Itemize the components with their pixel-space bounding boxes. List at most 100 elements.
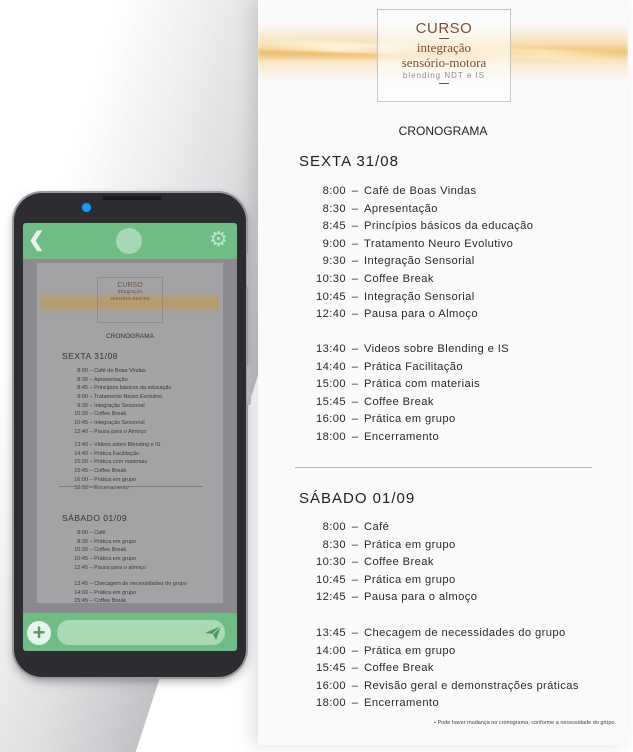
dash-separator: –: [351, 556, 359, 569]
schedule-time: 10:30: [316, 556, 346, 569]
schedule-activity: Integração Sensorial: [364, 255, 475, 268]
logo-line-1: integração: [416, 40, 472, 55]
schedule-row: 15:45– Coffee Break: [298, 394, 509, 412]
schedule-activity: Pausa para o almoço: [364, 591, 478, 604]
schedule-activity: Prática Facilitação: [94, 450, 140, 457]
schedule-document: CURSO integração sensório-motora blendin…: [258, 0, 628, 745]
schedule-activity: Prática Facilitação: [364, 360, 464, 373]
schedule-time: 13:40: [74, 442, 88, 448]
schedule-time: 18:00: [316, 430, 346, 443]
schedule-time: 15:00: [74, 459, 88, 466]
logo-line-1: integração: [117, 289, 143, 295]
schedule-activity: Checagem de necessidades do grupo: [364, 627, 566, 639]
schedule-time: 8:00: [322, 521, 346, 533]
send-icon[interactable]: [204, 625, 222, 641]
schedule-activity: Revisão geral e demonstrações práticas: [364, 679, 579, 692]
schedule-time: 8:00: [77, 368, 88, 374]
schedule-row: 13:40 – Videos sobre Blending e IS: [62, 441, 160, 450]
schedule-activity: Integração Sensorial: [94, 402, 145, 409]
schedule-time: 8:30: [322, 202, 346, 215]
schedule-row: 12:40 – Pausa para o Almoço: [62, 428, 171, 437]
schedule-time: 12:45: [74, 564, 88, 571]
schedule-row: 8:45– Princípios básicos da educação: [298, 218, 533, 236]
schedule-time: 15:45: [74, 598, 88, 603]
schedule-activity: Prática em grupo: [364, 538, 456, 551]
dash-separator: –: [351, 272, 359, 285]
schedule-row: 8:30 – Apresentação: [62, 376, 171, 385]
schedule-row: 16:00– Prática em grupo: [298, 411, 509, 429]
camera-icon: [82, 203, 91, 212]
dash-separator: –: [351, 430, 359, 443]
day-title-friday-mini: SEXTA 31/08: [62, 351, 118, 361]
schedule-activity: Pausa para o Almoço: [94, 428, 147, 435]
schedule-time: 9:30: [77, 402, 88, 409]
schedule-activity: Tratamento Neuro Evolutivo: [94, 394, 163, 401]
schedule-activity: Prática em grupo: [94, 589, 137, 596]
schedule-time: 10:45: [74, 556, 88, 563]
schedule-row: 14:40 – Prática Facilitação: [62, 450, 160, 459]
saturday-morning-schedule-mini: 8:00 – Café 8:30 – Prática em grupo 10:30 …: [62, 529, 146, 572]
dash-separator: –: [351, 220, 359, 233]
schedule-row: 16:00 – Prática em grupo: [62, 476, 160, 485]
schedule-time: 10:30: [74, 411, 88, 418]
schedule-time: 12:45: [316, 591, 346, 604]
schedule-time: 12:40: [316, 308, 346, 321]
schedule-row: 10:45– Integração Sensorial: [298, 289, 533, 307]
schedule-time: 15:45: [316, 395, 346, 408]
schedule-time: 10:30: [74, 547, 88, 554]
schedule-row: 9:30 – Integração Sensorial: [62, 402, 171, 411]
schedule-time: 16:00: [74, 476, 88, 483]
gear-icon[interactable]: ⚙: [209, 228, 228, 252]
schedule-row: 14:00– Prática em grupo: [298, 643, 579, 661]
schedule-time: 10:45: [316, 573, 346, 586]
schedule-row: 15:00– Prática com materiais: [298, 376, 509, 394]
dash-separator: –: [351, 290, 359, 303]
day-title-saturday: SÁBADO 01/09: [299, 490, 416, 507]
schedule-time: 13:45: [74, 581, 88, 587]
schedule-activity: Prática em grupo: [94, 556, 137, 563]
logo-line-3: blending NDT e IS: [402, 71, 486, 80]
dash-separator: –: [351, 538, 359, 551]
friday-afternoon-schedule: 13:40– Videos sobre Blending e IS 14:40– Pr…: [298, 341, 509, 447]
schedule-row: 8:30– Prática em grupo: [298, 537, 477, 555]
schedule-row: 12:45 – Pausa para o almoço: [62, 564, 146, 573]
schedule-time: 15:45: [316, 662, 346, 675]
schedule-time: 9:00: [322, 237, 346, 250]
shared-image-preview[interactable]: CURSO integração sensório-motora CRONOGR…: [37, 263, 223, 603]
course-logo-mini: CURSO integração sensório-motora: [97, 277, 163, 323]
dash-separator: –: [351, 343, 359, 355]
schedule-row: 15:45 – Coffee Break: [62, 597, 192, 603]
schedule-time: 12:40: [74, 428, 88, 435]
chat-top-bar: ❮ ⚙: [23, 223, 237, 259]
plus-icon[interactable]: +: [27, 621, 51, 645]
schedule-time: 14:00: [74, 589, 88, 596]
schedule-activity: Coffee Break: [364, 395, 434, 408]
message-input[interactable]: [57, 620, 225, 645]
schedule-activity: Café: [94, 530, 106, 536]
schedule-row: 18:00– Encerramento: [298, 695, 579, 713]
saturday-morning-schedule: 8:00– Café 8:30– Prática em grupo 10:30– Coff…: [298, 519, 477, 607]
schedule-activity: Café de Boas Vindas: [94, 368, 146, 374]
schedule-row: 12:45– Pausa para o almoço: [298, 589, 477, 607]
schedule-activity: Encerramento: [364, 430, 440, 443]
dash-separator: –: [351, 644, 359, 657]
schedule-row: 9:30– Integração Sensorial: [298, 253, 533, 271]
schedule-row: 8:00– Café: [298, 519, 477, 537]
schedule-row: 13:45– Checagem de necessidades do grupo: [298, 625, 579, 643]
avatar[interactable]: [116, 228, 142, 254]
schedule-row: 13:40– Videos sobre Blending e IS: [298, 341, 509, 359]
schedule-time: 16:00: [316, 413, 346, 426]
schedule-row: 14:00 – Prática em grupo: [62, 589, 192, 598]
day-title-saturday-mini: SÁBADO 01/09: [62, 513, 128, 523]
schedule-time: 8:45: [322, 220, 346, 233]
dash-separator: –: [351, 413, 359, 426]
schedule-activity: Coffee Break: [94, 598, 127, 603]
dash-separator: –: [351, 202, 359, 215]
chevron-left-icon[interactable]: ❮: [28, 230, 45, 250]
phone-speaker: [102, 196, 162, 200]
schedule-heading: CRONOGRAMA: [398, 124, 488, 138]
schedule-row: 15:45 – Coffee Break: [62, 467, 160, 476]
schedule-activity: Pausa para o Almoço: [364, 308, 478, 321]
schedule-time: 14:00: [316, 644, 346, 657]
schedule-time: 14:40: [316, 360, 346, 373]
